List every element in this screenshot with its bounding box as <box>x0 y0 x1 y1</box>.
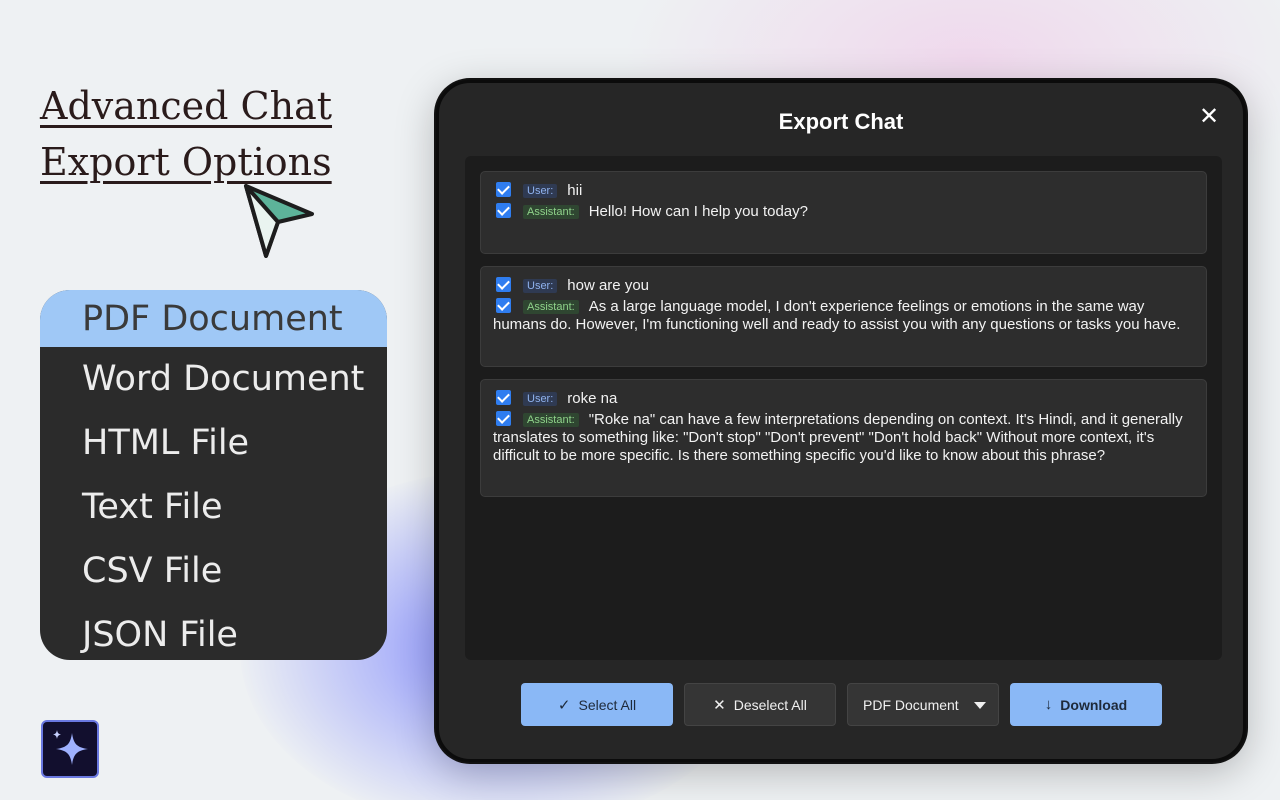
format-menu: PDF Document Word Document HTML File Tex… <box>40 290 387 660</box>
select-all-button[interactable]: ✓ Select All <box>521 683 673 726</box>
format-option-label: JSON File <box>82 615 238 655</box>
x-icon: ✕ <box>713 696 726 714</box>
user-message: User: roke na <box>493 390 1194 408</box>
user-message: User: how are you <box>493 277 1194 295</box>
user-badge: User: <box>523 392 558 406</box>
assistant-message-text: Hello! How can I help you today? <box>588 203 808 220</box>
format-option-html[interactable]: HTML File <box>40 411 387 475</box>
message-card: User: hii Assistant: Hello! How can I help… <box>480 171 1207 254</box>
dialog-toolbar: ✓ Select All ✕ Deselect All PDF Document… <box>439 683 1243 727</box>
format-option-label: HTML File <box>82 423 250 463</box>
deselect-all-button[interactable]: ✕ Deselect All <box>684 683 836 726</box>
format-option-text[interactable]: Text File <box>40 475 387 539</box>
user-message: User: hii <box>493 182 1194 200</box>
user-badge: User: <box>523 184 558 198</box>
message-card: User: roke na Assistant: "Roke na" can hav… <box>480 379 1207 497</box>
download-icon: ↓ <box>1044 696 1053 713</box>
format-option-json[interactable]: JSON File <box>40 603 387 660</box>
download-label: Download <box>1060 696 1128 713</box>
format-option-word[interactable]: Word Document <box>40 347 387 411</box>
format-option-csv[interactable]: CSV File <box>40 539 387 603</box>
download-button[interactable]: ↓ Download <box>1010 683 1162 726</box>
headline-line-1: Advanced Chat <box>40 84 333 128</box>
user-message-checkbox[interactable] <box>496 277 511 292</box>
assistant-badge: Assistant: <box>523 300 579 314</box>
deselect-all-label: Deselect All <box>733 696 807 713</box>
assistant-message-text: "Roke na" can have a few interpretations… <box>493 411 1183 464</box>
assistant-message-checkbox[interactable] <box>496 298 511 313</box>
assistant-message: Assistant: "Roke na" can have a few inter… <box>493 411 1194 465</box>
assistant-message: Assistant: Hello! How can I help you toda… <box>493 203 1194 221</box>
user-badge: User: <box>523 279 558 293</box>
user-message-text: roke na <box>567 390 618 407</box>
assistant-message-checkbox[interactable] <box>496 203 511 218</box>
sparkle-icon <box>53 730 88 765</box>
user-message-text: how are you <box>567 277 649 294</box>
format-option-pdf[interactable]: PDF Document <box>40 290 387 347</box>
close-icon: ✕ <box>1198 103 1220 130</box>
message-card: User: how are you Assistant: As a large la… <box>480 266 1207 367</box>
format-option-label: CSV File <box>82 551 223 591</box>
format-select[interactable]: PDF Document <box>847 683 999 726</box>
assistant-badge: Assistant: <box>523 413 579 427</box>
chevron-down-icon <box>974 702 986 709</box>
app-logo <box>41 720 99 778</box>
dialog-title: Export Chat <box>778 109 904 134</box>
assistant-badge: Assistant: <box>523 205 579 219</box>
messages-panel: User: hii Assistant: Hello! How can I help… <box>465 156 1222 660</box>
user-message-checkbox[interactable] <box>496 390 511 405</box>
assistant-message: Assistant: As a large language model, I d… <box>493 298 1194 334</box>
format-option-label: Word Document <box>82 359 365 399</box>
assistant-message-checkbox[interactable] <box>496 411 511 426</box>
assistant-message-text: As a large language model, I don't exper… <box>493 298 1181 333</box>
cursor-arrow-icon <box>244 184 314 258</box>
user-message-text: hii <box>567 182 583 199</box>
user-message-checkbox[interactable] <box>496 182 511 197</box>
select-all-label: Select All <box>578 696 637 713</box>
check-icon: ✓ <box>557 696 571 714</box>
promo-headline: Advanced Chat Export Options <box>40 78 332 190</box>
format-option-label: Text File <box>82 487 223 527</box>
format-select-value: PDF Document <box>863 696 959 713</box>
format-option-label: PDF Document <box>82 298 343 339</box>
export-chat-dialog: Export Chat ✕ User: hii Assistant: Hello! … <box>436 80 1246 762</box>
close-button[interactable]: ✕ <box>1197 105 1221 129</box>
